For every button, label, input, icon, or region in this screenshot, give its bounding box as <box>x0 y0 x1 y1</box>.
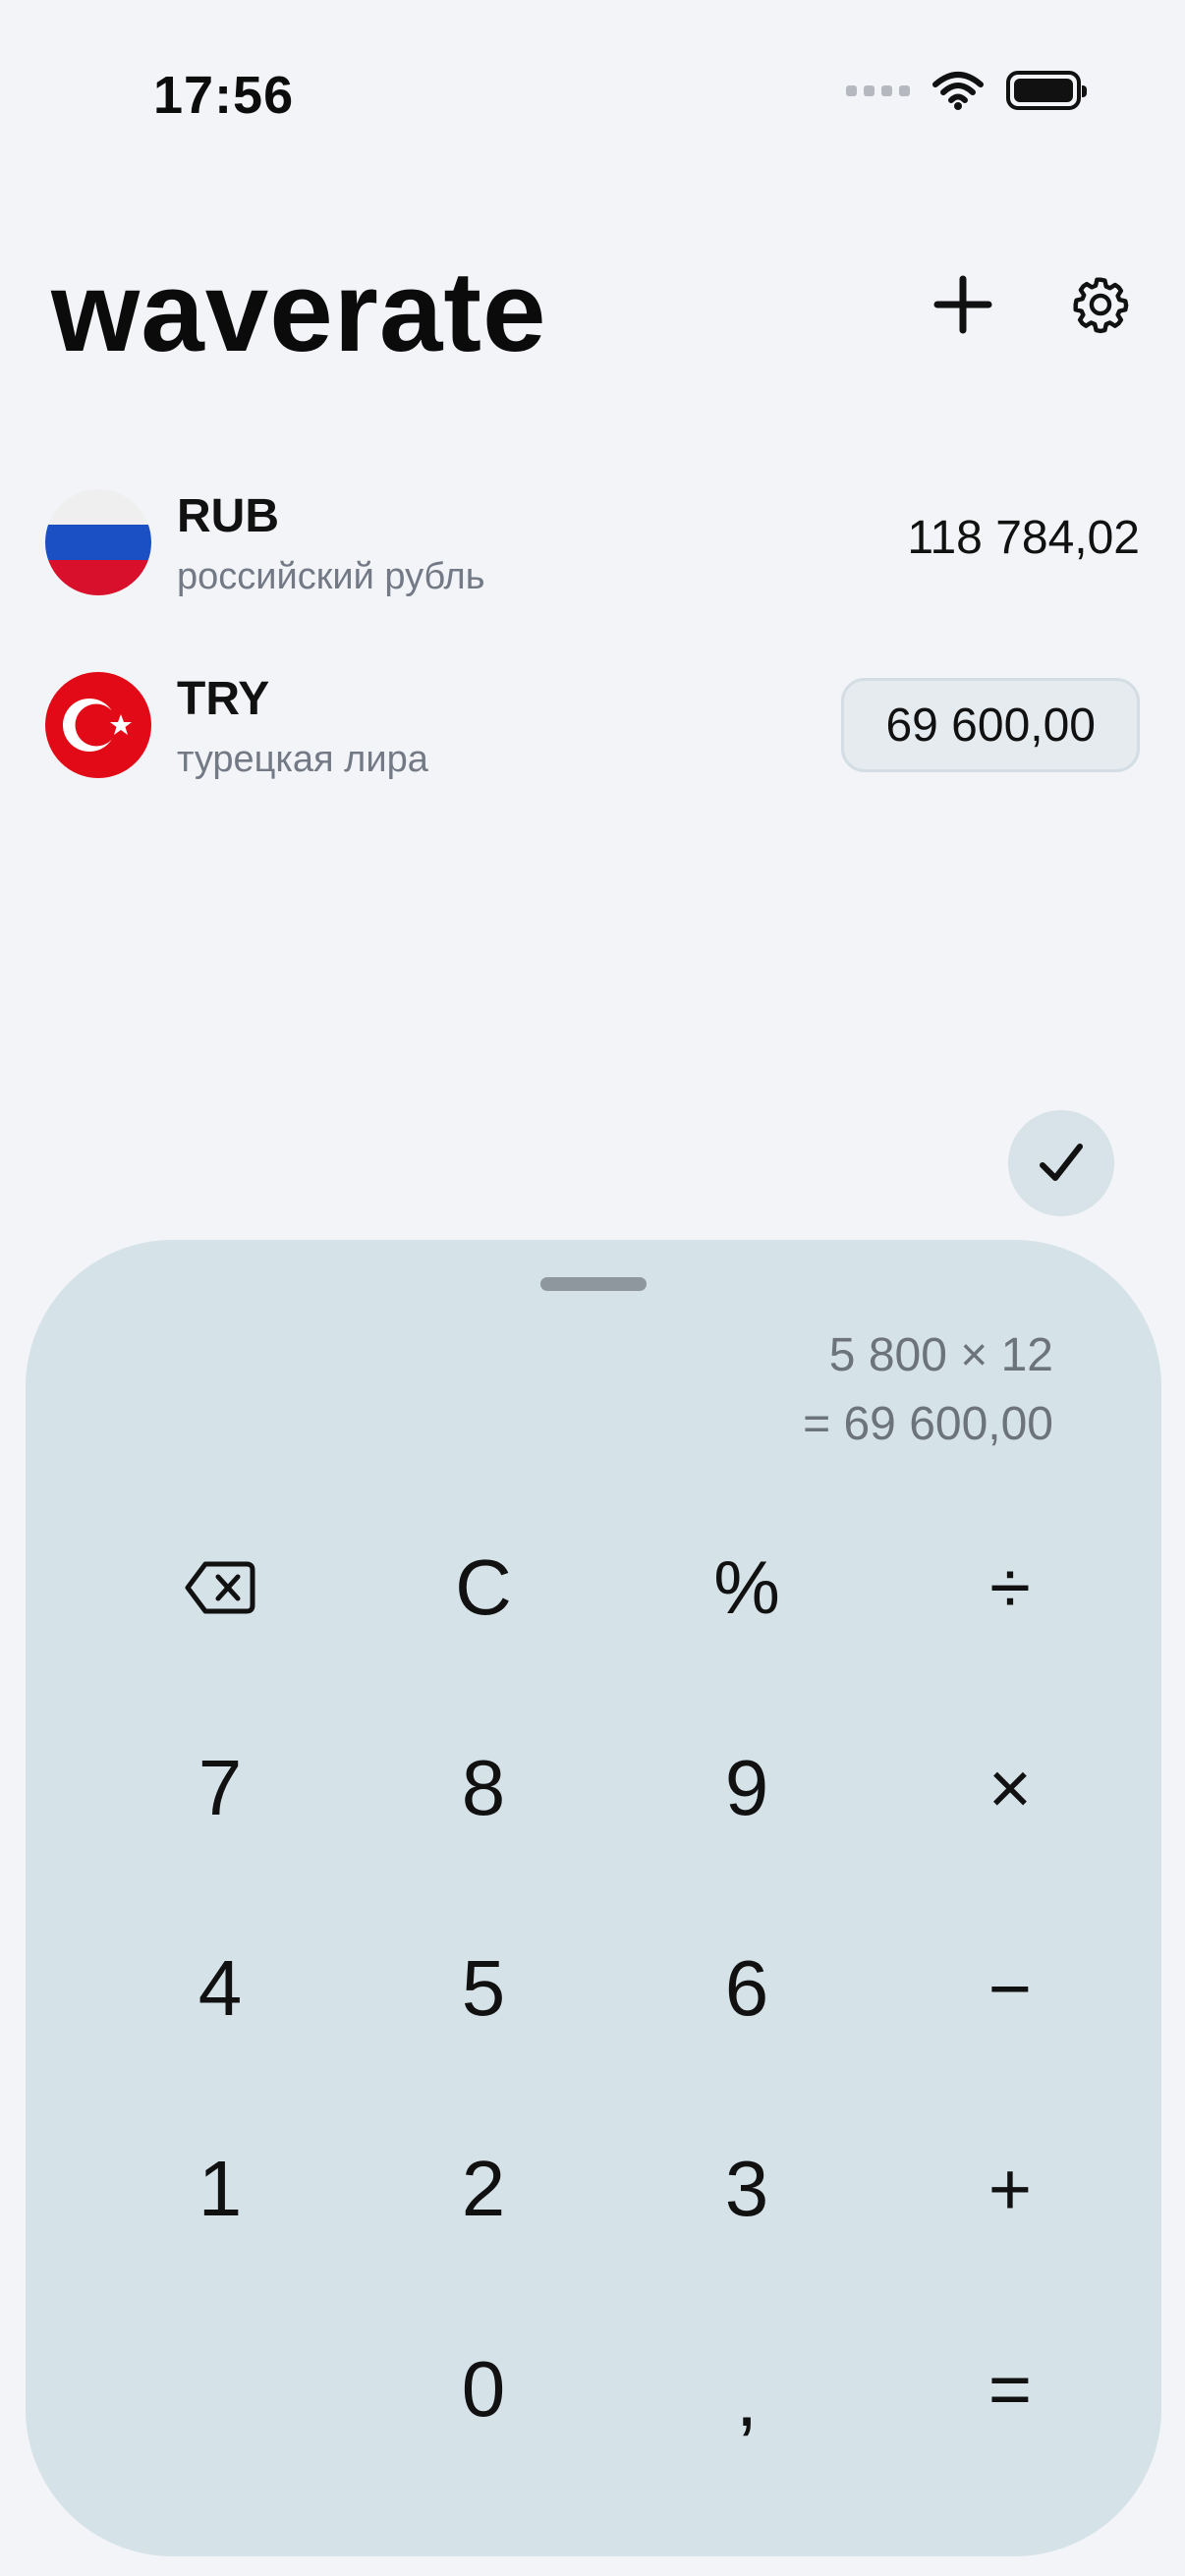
turkey-flag-icon <box>45 672 151 778</box>
key-7[interactable]: 7 <box>88 1706 352 1871</box>
currency-row-rub[interactable]: RUB российский рубль 118 784,02 <box>45 481 1140 599</box>
calc-expression: 5 800 × 12 <box>828 1329 1053 1381</box>
plus-icon <box>933 275 992 334</box>
status-icons <box>846 71 1087 110</box>
currency-name: турецкая лира <box>177 739 428 780</box>
key-5[interactable]: 5 <box>352 1906 615 2071</box>
clear-button[interactable]: C <box>352 1505 615 1670</box>
divide-button[interactable]: ÷ <box>878 1505 1142 1670</box>
gear-icon <box>1073 277 1129 334</box>
checkmark-icon <box>1040 1144 1083 1181</box>
multiply-button[interactable]: × <box>878 1706 1142 1871</box>
key-1[interactable]: 1 <box>88 2106 352 2271</box>
cellular-dots-icon <box>846 84 910 96</box>
key-3[interactable]: 3 <box>615 2106 878 2271</box>
currency-code: RUB <box>177 490 279 542</box>
currency-amount[interactable]: 118 784,02 <box>907 511 1140 565</box>
key-4[interactable]: 4 <box>88 1906 352 2071</box>
wifi-icon <box>932 72 984 110</box>
key-8[interactable]: 8 <box>352 1706 615 1871</box>
active-amount-field[interactable]: 69 600,00 <box>841 678 1140 772</box>
percent-button[interactable]: % <box>615 1505 878 1670</box>
currency-name: российский рубль <box>177 556 485 597</box>
key-9[interactable]: 9 <box>615 1706 878 1871</box>
battery-full-icon <box>1006 71 1087 110</box>
currency-row-try[interactable]: TRY турецкая лира 69 600,00 <box>45 664 1140 782</box>
sheet-grabber[interactable] <box>540 1277 647 1291</box>
key-0[interactable]: 0 <box>352 2307 615 2472</box>
minus-button[interactable]: − <box>878 1906 1142 2071</box>
key-2[interactable]: 2 <box>352 2106 615 2271</box>
key-6[interactable]: 6 <box>615 1906 878 2071</box>
calculator-sheet: 5 800 × 12 = 69 600,00 C % ÷ 7 8 9 × 4 5… <box>26 1240 1161 2556</box>
comma-button[interactable]: , <box>615 2307 878 2472</box>
backspace-icon <box>185 1561 255 1614</box>
add-currency-button[interactable] <box>916 257 1010 352</box>
app-title: waverate <box>51 248 547 375</box>
plus-button[interactable]: + <box>878 2106 1142 2271</box>
equals-button[interactable]: = <box>878 2307 1142 2472</box>
status-time: 17:56 <box>153 66 295 125</box>
settings-button[interactable] <box>1053 257 1148 352</box>
currency-code: TRY <box>177 673 270 725</box>
russia-flag-icon <box>45 489 151 595</box>
calc-result: = 69 600,00 <box>803 1398 1053 1450</box>
confirm-button[interactable] <box>1008 1110 1114 1216</box>
backspace-button[interactable] <box>88 1505 352 1670</box>
